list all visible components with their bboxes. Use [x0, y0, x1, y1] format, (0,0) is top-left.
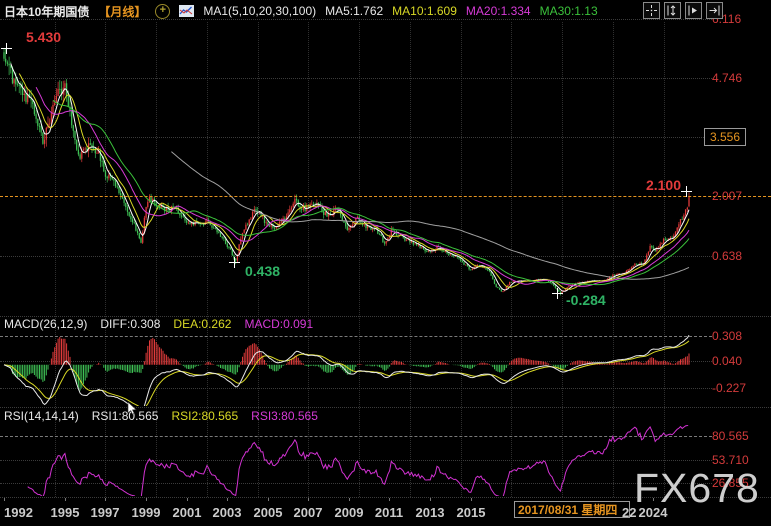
year-label: 2015 — [457, 505, 486, 520]
rsi-header: RSI(14,14,14) RSI1:80.565 RSI2:80.565 RS… — [4, 409, 318, 423]
year-label: 2005 — [254, 505, 283, 520]
axis-tick — [471, 498, 472, 501]
year-label: 1995 — [51, 505, 80, 520]
crosshair-date-box: 2017/08/31 星期四 — [514, 501, 630, 518]
ma30-value: MA30:1.13 — [540, 4, 598, 18]
ma10-value: MA10:1.609 — [392, 4, 457, 18]
macd-axis-label: -0.227 — [712, 381, 746, 395]
price-axis-label: 4.746 — [712, 71, 742, 85]
chart-header: 日本10年期国债 【月线】 + MA1(5,10,20,30,100) MA5:… — [0, 0, 771, 22]
macd-params: MACD(26,12,9) — [4, 317, 87, 331]
circle-plus-icon[interactable]: + — [155, 4, 170, 19]
price-axis-label: 2.007 — [712, 189, 742, 203]
macd-axis-label: 0.040 — [712, 354, 742, 368]
rsi3-value: RSI3:80.565 — [251, 409, 318, 423]
ma20-value: MA20:1.334 — [466, 4, 531, 18]
chart-app: 6.1164.7463.5562.0070.6380.3080.040-0.22… — [0, 0, 771, 526]
macd-value: MACD:0.091 — [244, 317, 313, 331]
period-label[interactable]: 【月线】 — [98, 3, 146, 20]
main-chart-pane[interactable] — [0, 22, 691, 316]
macd-diff-value: DIFF:0.308 — [100, 317, 160, 331]
rsi2-value: RSI2:80.565 — [171, 409, 238, 423]
crosshair-date-label: 2017/08/31 星期四 — [518, 501, 617, 518]
instrument-title: 日本10年期国债 — [4, 3, 89, 20]
year-label: 2013 — [416, 505, 445, 520]
axis-tick — [308, 498, 309, 501]
axis-tick — [4, 498, 5, 501]
y-axis-range-icon[interactable] — [664, 2, 681, 19]
axis-tick — [227, 498, 228, 501]
rsi-pane[interactable] — [0, 425, 691, 496]
price-axis-label: 0.638 — [712, 249, 742, 263]
pan-right-icon[interactable] — [706, 2, 723, 19]
axis-tick — [105, 498, 106, 501]
macd-header: MACD(26,12,9) DIFF:0.308 DEA:0.262 MACD:… — [4, 317, 313, 331]
axis-tick — [430, 498, 431, 501]
ma5-value: MA5:1.762 — [325, 4, 383, 18]
year-label: 2007 — [294, 505, 323, 520]
year-label: 2003 — [213, 505, 242, 520]
axis-tick — [349, 498, 350, 501]
year-label: 1992 — [4, 505, 33, 520]
year-label: 2011 — [375, 505, 403, 520]
crosshair-tool-icon[interactable] — [643, 2, 660, 19]
rsi-params: RSI(14,14,14) — [4, 409, 79, 423]
ma-settings-label: MA1(5,10,20,30,100) — [203, 4, 316, 18]
year-label: 1999 — [132, 505, 161, 520]
macd-dea-value: DEA:0.262 — [173, 317, 231, 331]
chart-thumbnail-icon[interactable] — [179, 5, 194, 17]
step-forward-icon[interactable] — [685, 2, 702, 19]
mouse-cursor — [127, 402, 139, 416]
rsi-axis-label: 80.565 — [712, 429, 749, 443]
rsi1-value: RSI1:80.565 — [92, 409, 159, 423]
year-label: 1997 — [91, 505, 120, 520]
macd-axis-label: 0.308 — [712, 329, 742, 343]
axis-tick — [268, 498, 269, 501]
pane-separator — [0, 407, 771, 408]
macd-pane[interactable] — [0, 332, 691, 406]
axis-tick — [187, 498, 188, 501]
toolbar-icons — [643, 2, 723, 19]
axis-tick — [389, 498, 390, 501]
watermark: FX678 — [634, 468, 760, 509]
axis-tick — [146, 498, 147, 501]
year-label: 2001 — [173, 505, 202, 520]
axis-tick — [65, 498, 66, 501]
year-label: 2009 — [335, 505, 364, 520]
price-axis-label: 3.556 — [704, 128, 746, 146]
